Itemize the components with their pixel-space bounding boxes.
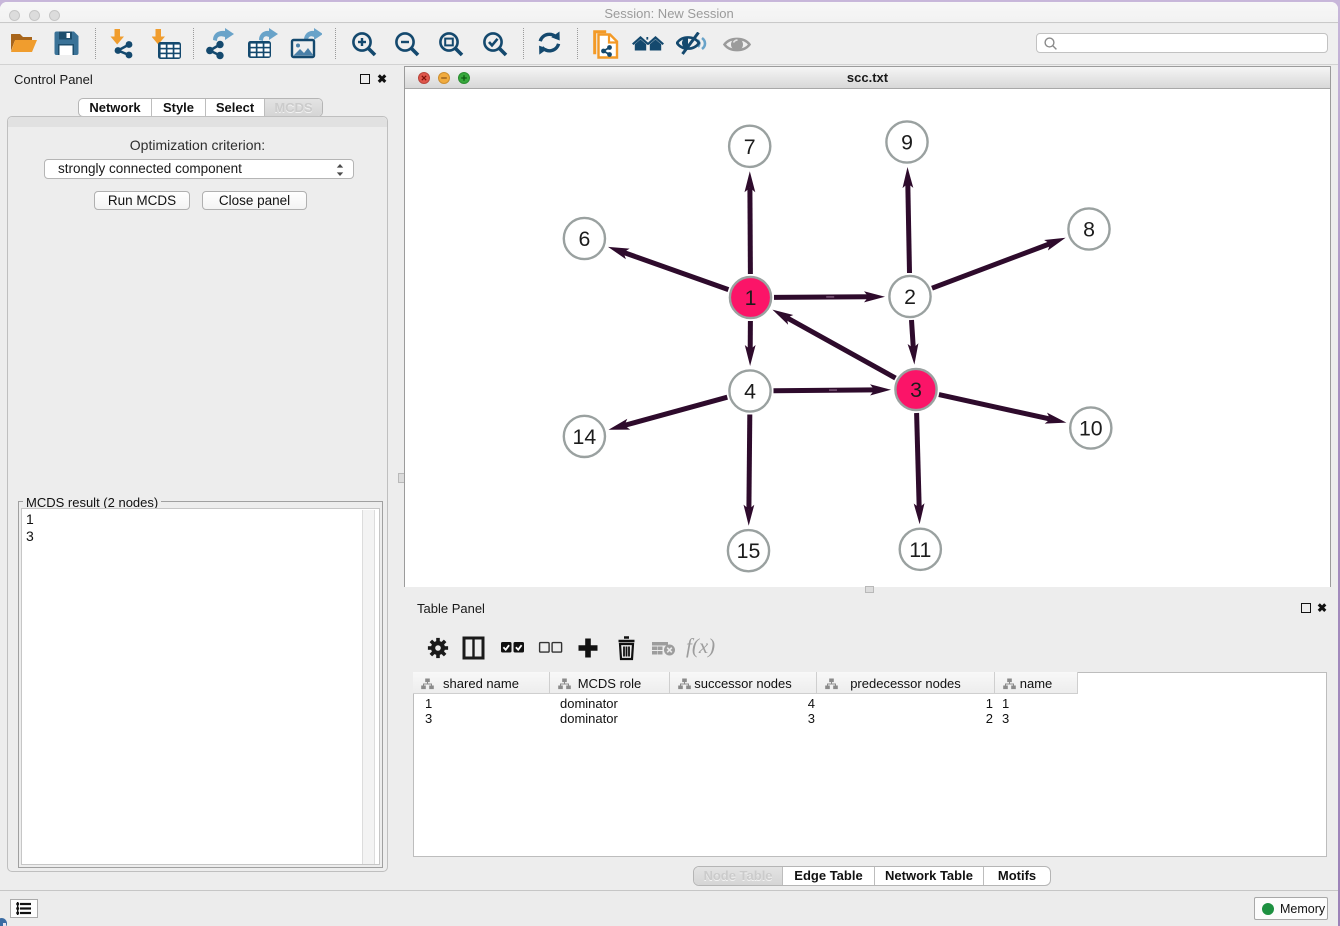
svg-text:11: 11 — [909, 538, 931, 562]
svg-text:14: 14 — [573, 425, 597, 449]
svg-text:10: 10 — [1079, 417, 1103, 441]
svg-text:3: 3 — [910, 378, 922, 402]
svg-text:2: 2 — [904, 285, 916, 309]
svg-text:9: 9 — [901, 131, 913, 155]
svg-text:4: 4 — [744, 380, 756, 404]
svg-text:15: 15 — [737, 539, 761, 563]
svg-text:1: 1 — [745, 286, 757, 310]
svg-text:8: 8 — [1083, 218, 1095, 242]
svg-text:7: 7 — [744, 135, 756, 159]
svg-text:6: 6 — [578, 227, 590, 251]
